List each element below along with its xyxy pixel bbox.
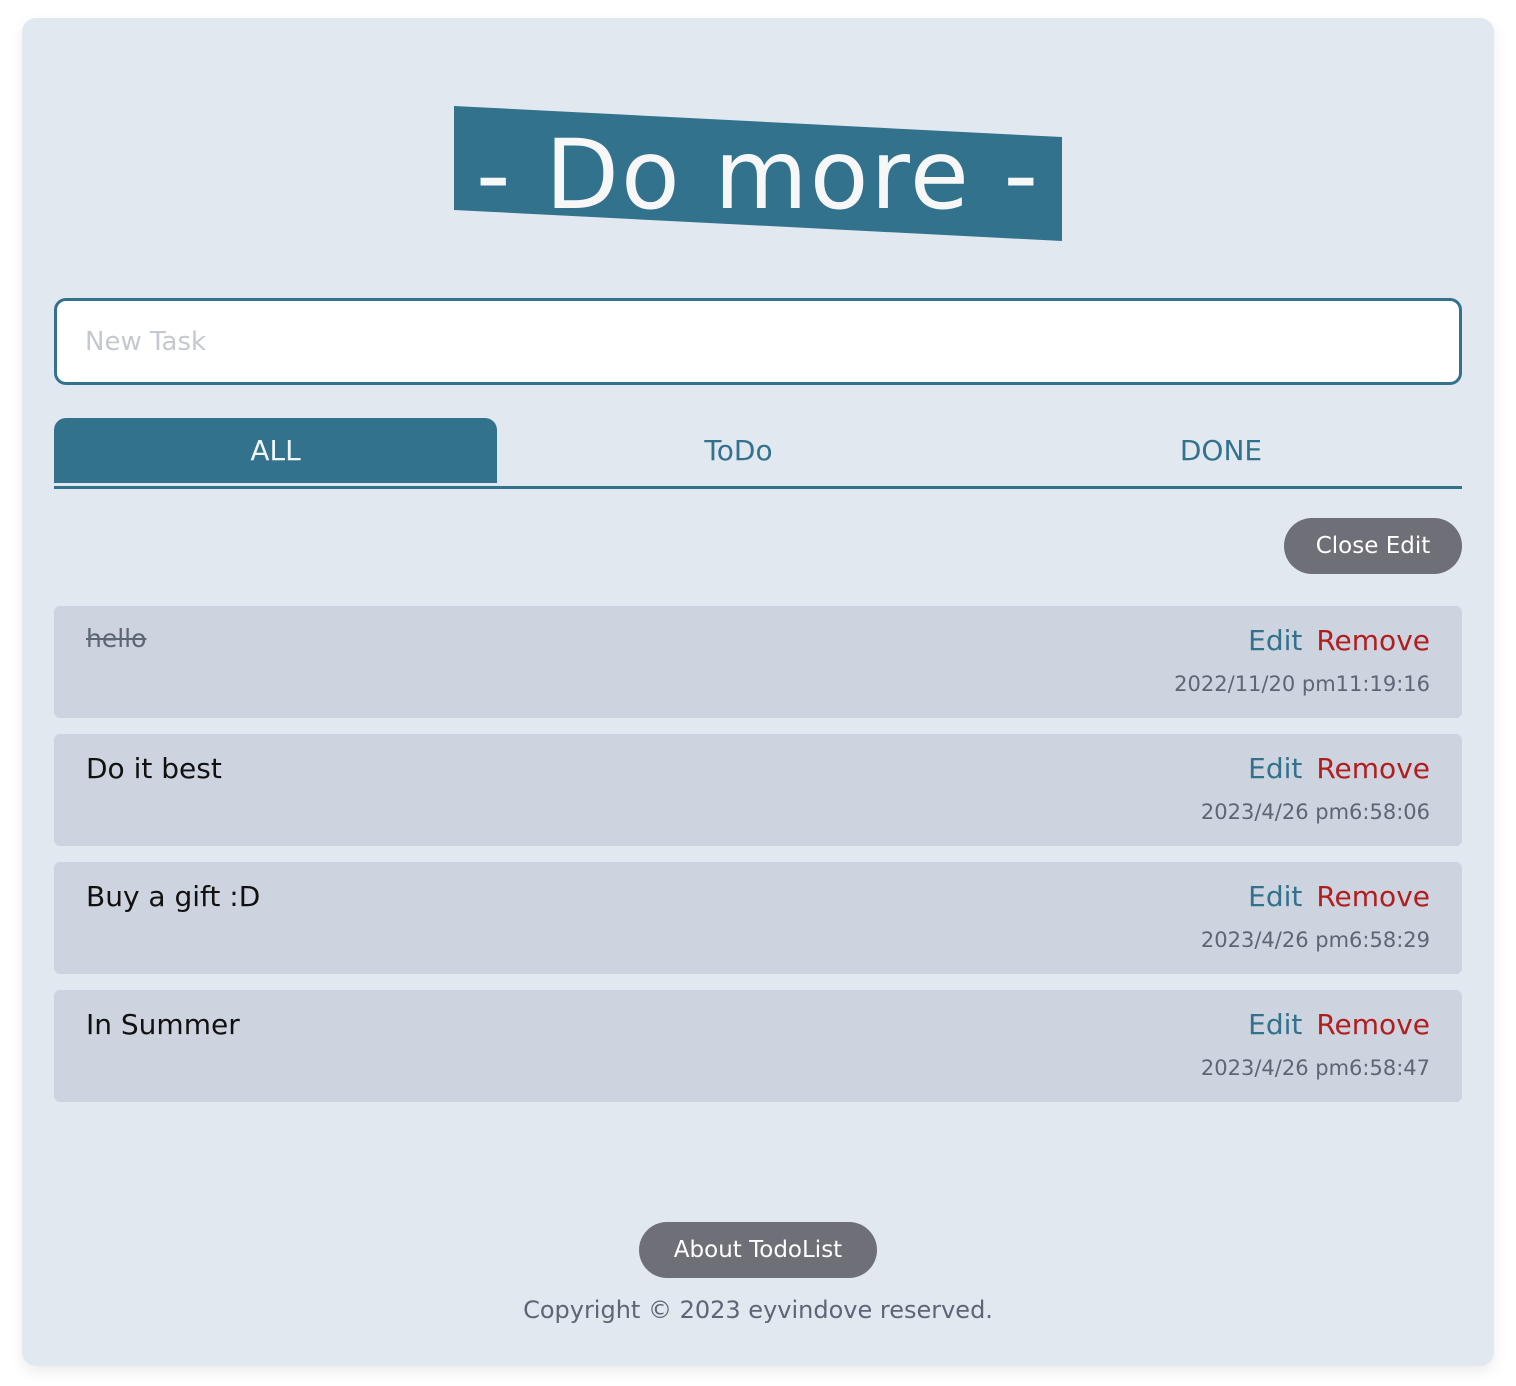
task-name[interactable]: Buy a gift :D <box>86 880 260 913</box>
task-item: In Summer Edit Remove 2023/4/26 pm6:58:47 <box>54 990 1462 1102</box>
edit-button[interactable]: Edit <box>1248 752 1302 785</box>
close-edit-button[interactable]: Close Edit <box>1284 518 1462 574</box>
new-task-input[interactable] <box>54 298 1462 385</box>
task-timestamp: 2022/11/20 pm11:19:16 <box>1174 672 1430 696</box>
task-actions: Edit Remove <box>1248 1008 1430 1041</box>
task-timestamp: 2023/4/26 pm6:58:29 <box>1200 928 1430 952</box>
tab-done[interactable]: DONE <box>980 418 1462 483</box>
task-timestamp: 2023/4/26 pm6:58:06 <box>1200 800 1430 824</box>
task-item: hello Edit Remove 2022/11/20 pm11:19:16 <box>54 606 1462 718</box>
edit-button[interactable]: Edit <box>1248 624 1302 657</box>
filter-tabs: ALL ToDo DONE <box>54 418 1462 489</box>
remove-button[interactable]: Remove <box>1316 1008 1430 1041</box>
task-name[interactable]: hello <box>86 624 146 653</box>
tab-todo[interactable]: ToDo <box>497 418 980 483</box>
copyright-text: Copyright © 2023 eyvindove reserved. <box>523 1296 993 1324</box>
task-actions: Edit Remove <box>1248 880 1430 913</box>
task-name[interactable]: Do it best <box>86 752 222 785</box>
edit-button[interactable]: Edit <box>1248 880 1302 913</box>
about-todolist-button[interactable]: About TodoList <box>639 1222 877 1278</box>
task-actions: Edit Remove <box>1248 624 1430 657</box>
remove-button[interactable]: Remove <box>1316 752 1430 785</box>
task-actions: Edit Remove <box>1248 752 1430 785</box>
remove-button[interactable]: Remove <box>1316 624 1430 657</box>
tab-all[interactable]: ALL <box>54 418 497 483</box>
task-item: Buy a gift :D Edit Remove 2023/4/26 pm6:5… <box>54 862 1462 974</box>
task-item: Do it best Edit Remove 2023/4/26 pm6:58:0… <box>54 734 1462 846</box>
task-timestamp: 2023/4/26 pm6:58:47 <box>1200 1056 1430 1080</box>
remove-button[interactable]: Remove <box>1316 880 1430 913</box>
app-title: - Do more - <box>475 119 1041 231</box>
task-name[interactable]: In Summer <box>86 1008 240 1041</box>
todo-app-card: - Do more - ALL ToDo DONE Close Edit hel… <box>22 18 1494 1366</box>
task-list: hello Edit Remove 2022/11/20 pm11:19:16 D… <box>54 606 1462 1118</box>
edit-button[interactable]: Edit <box>1248 1008 1302 1041</box>
